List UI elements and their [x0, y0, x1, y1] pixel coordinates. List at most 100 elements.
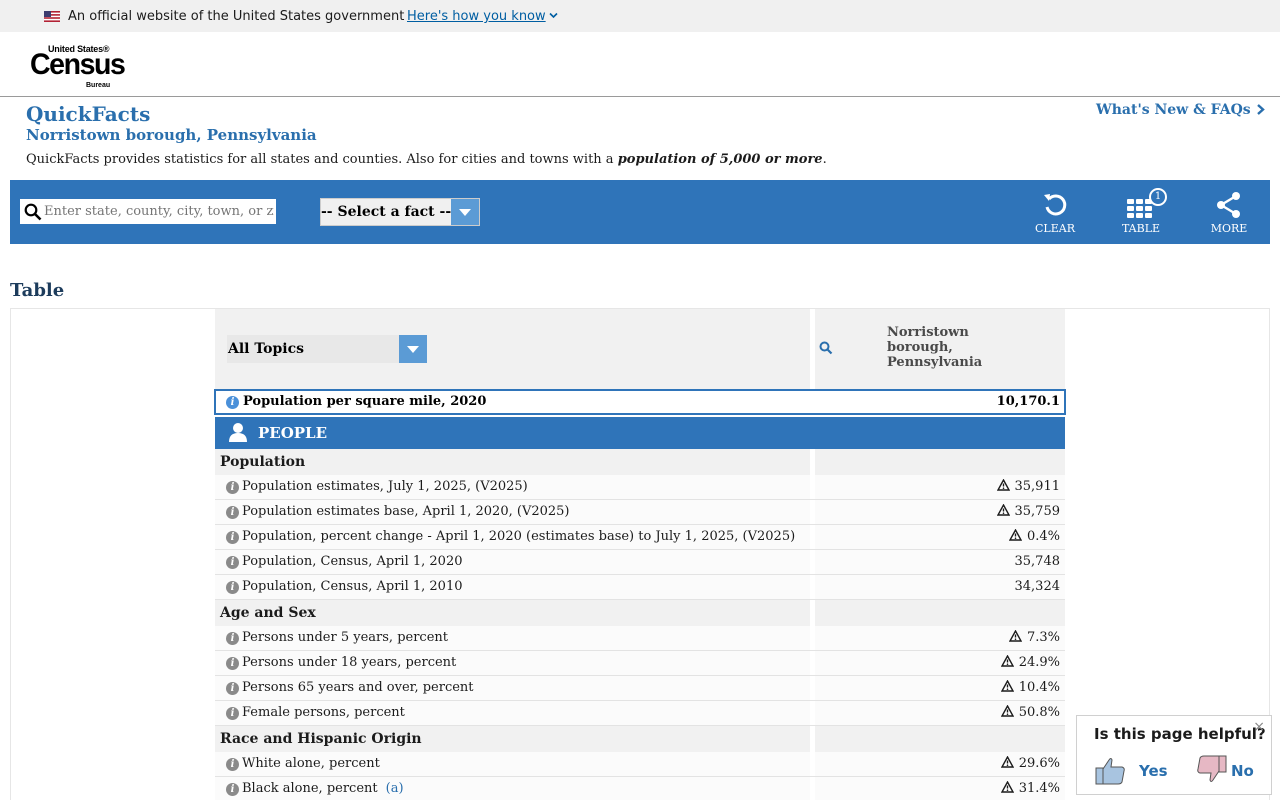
value-cell: 35,748	[815, 550, 1065, 574]
location-header-cell: Norristown borough, Pennsylvania	[815, 309, 1065, 389]
fact-value: 0.4%	[1008, 529, 1060, 544]
gov-banner-text: An official website of the United States…	[68, 9, 405, 24]
info-icon[interactable]: i	[226, 657, 239, 670]
more-button[interactable]: MORE	[1199, 190, 1259, 238]
value-cell: 34,324	[815, 575, 1065, 599]
close-icon[interactable]: ×	[1253, 719, 1265, 735]
fact-value: 35,748	[1015, 554, 1061, 569]
census-logo[interactable]: United States® Census Bureau	[30, 44, 126, 89]
info-icon[interactable]: i	[226, 581, 239, 594]
chevron-down-icon[interactable]	[549, 12, 558, 19]
caution-icon[interactable]	[1000, 705, 1014, 717]
info-icon[interactable]: i	[226, 682, 239, 695]
value-cell: 31.4%	[815, 777, 1065, 800]
caution-icon[interactable]	[996, 479, 1010, 491]
dropdown-arrow-icon[interactable]	[451, 199, 479, 225]
caution-icon[interactable]	[1000, 781, 1014, 793]
highlight-value: 10,170.1	[996, 394, 1060, 409]
heres-how-you-know-link[interactable]: Here's how you know	[407, 9, 546, 24]
info-icon[interactable]: i	[226, 632, 239, 645]
whats-new-faqs-link[interactable]: What's New & FAQs	[1096, 102, 1265, 118]
table-row: i Population estimates, July 1, 2025, (V2…	[215, 475, 1065, 500]
fact-value-text: 35,759	[1014, 504, 1061, 519]
helpful-yes-button[interactable]: Yes	[1095, 754, 1185, 786]
page-description: QuickFacts provides statistics for all s…	[26, 152, 827, 167]
value-cell: 10.4%	[815, 676, 1065, 700]
label-cell: i Population estimates base, April 1, 202…	[215, 500, 810, 524]
helpful-no-button[interactable]: No	[1195, 754, 1265, 786]
person-icon	[229, 423, 247, 442]
caution-icon[interactable]	[1000, 655, 1014, 667]
table-row: i Female persons, percent 50.8%	[215, 701, 1065, 726]
value-cell	[815, 726, 1065, 752]
fact-label: Persons under 5 years, percent	[242, 630, 448, 645]
fact-value: 7.3%	[1008, 630, 1060, 645]
info-icon[interactable]: i	[226, 783, 239, 796]
facts-table-body: Population i Population estimates, July 1,…	[215, 449, 1065, 800]
search-icon[interactable]	[819, 341, 833, 355]
description-suffix: .	[822, 152, 827, 167]
caution-icon[interactable]	[1008, 630, 1022, 642]
fact-label: Population, percent change - April 1, 20…	[242, 529, 796, 544]
fact-label: Female persons, percent	[242, 705, 405, 720]
table-count-badge: 1	[1149, 188, 1167, 206]
location-search-input[interactable]	[44, 199, 274, 224]
fact-select-dropdown[interactable]: -- Select a fact --	[320, 198, 480, 226]
info-icon[interactable]: i	[226, 396, 239, 409]
caution-icon[interactable]	[1008, 529, 1022, 541]
value-cell: 35,911	[815, 475, 1065, 499]
topic-header-cell: All Topics	[215, 309, 810, 389]
category-label: Age and Sex	[220, 605, 316, 621]
info-icon[interactable]: i	[226, 531, 239, 544]
category-row: Population	[215, 449, 1065, 475]
caution-icon[interactable]	[1000, 756, 1014, 768]
fact-label: Persons 65 years and over, percent	[242, 680, 474, 695]
value-cell	[815, 449, 1065, 475]
search-box	[20, 199, 276, 224]
more-label: MORE	[1210, 222, 1248, 235]
fact-label: Population, Census, April 1, 2010	[242, 579, 463, 594]
label-cell: i Population, Census, April 1, 2020	[215, 550, 810, 574]
label-cell: i Population, Census, April 1, 2010	[215, 575, 810, 599]
fact-value: 10.4%	[1000, 680, 1060, 695]
reset-icon	[1044, 194, 1067, 216]
chevron-right-icon	[1256, 104, 1265, 115]
footnote-link[interactable]: (a)	[386, 781, 404, 796]
share-icon	[1217, 192, 1240, 218]
value-cell: 7.3%	[815, 626, 1065, 650]
category-row: Age and Sex	[215, 600, 1065, 626]
dropdown-arrow-icon[interactable]	[399, 335, 427, 363]
label-cell: i Population estimates, July 1, 2025, (V2…	[215, 475, 810, 499]
clear-button[interactable]: CLEAR	[1025, 190, 1085, 238]
caution-icon[interactable]	[1000, 680, 1014, 692]
info-icon[interactable]: i	[226, 506, 239, 519]
fact-value-text: 50.8%	[1018, 705, 1060, 720]
people-section-header[interactable]: PEOPLE	[215, 417, 1065, 449]
label-cell: i Persons under 5 years, percent	[215, 626, 810, 650]
people-section-label: PEOPLE	[258, 424, 328, 442]
fact-label: White alone, percent	[242, 756, 380, 771]
topic-select-value: All Topics	[228, 341, 305, 357]
fact-value-text: 10.4%	[1018, 680, 1060, 695]
table-row: i White alone, percent 29.6%	[215, 752, 1065, 777]
table-button[interactable]: 1 TABLE	[1111, 188, 1171, 238]
fact-value-text: 34,324	[1014, 579, 1061, 594]
fact-value: 50.8%	[1000, 705, 1060, 720]
thumbs-up-icon	[1095, 758, 1125, 785]
caution-icon[interactable]	[996, 504, 1010, 516]
info-icon[interactable]: i	[226, 556, 239, 569]
info-icon[interactable]: i	[226, 707, 239, 720]
fact-value: 35,911	[996, 479, 1060, 494]
label-cell: i Black alone, percent (a)	[215, 777, 810, 800]
info-icon[interactable]: i	[226, 758, 239, 771]
site-header: United States® Census Bureau	[0, 32, 1280, 97]
value-cell: 24.9%	[815, 651, 1065, 675]
helpful-question: Is this page helpful?	[1094, 725, 1266, 743]
info-icon[interactable]: i	[226, 481, 239, 494]
whats-new-label: What's New & FAQs	[1096, 102, 1251, 118]
fact-value: 24.9%	[1000, 655, 1060, 670]
value-cell	[815, 600, 1065, 626]
description-emphasis: population of 5,000 or more	[617, 152, 823, 167]
fact-value-text: 35,748	[1014, 554, 1061, 569]
topic-select-dropdown[interactable]: All Topics	[227, 335, 427, 363]
